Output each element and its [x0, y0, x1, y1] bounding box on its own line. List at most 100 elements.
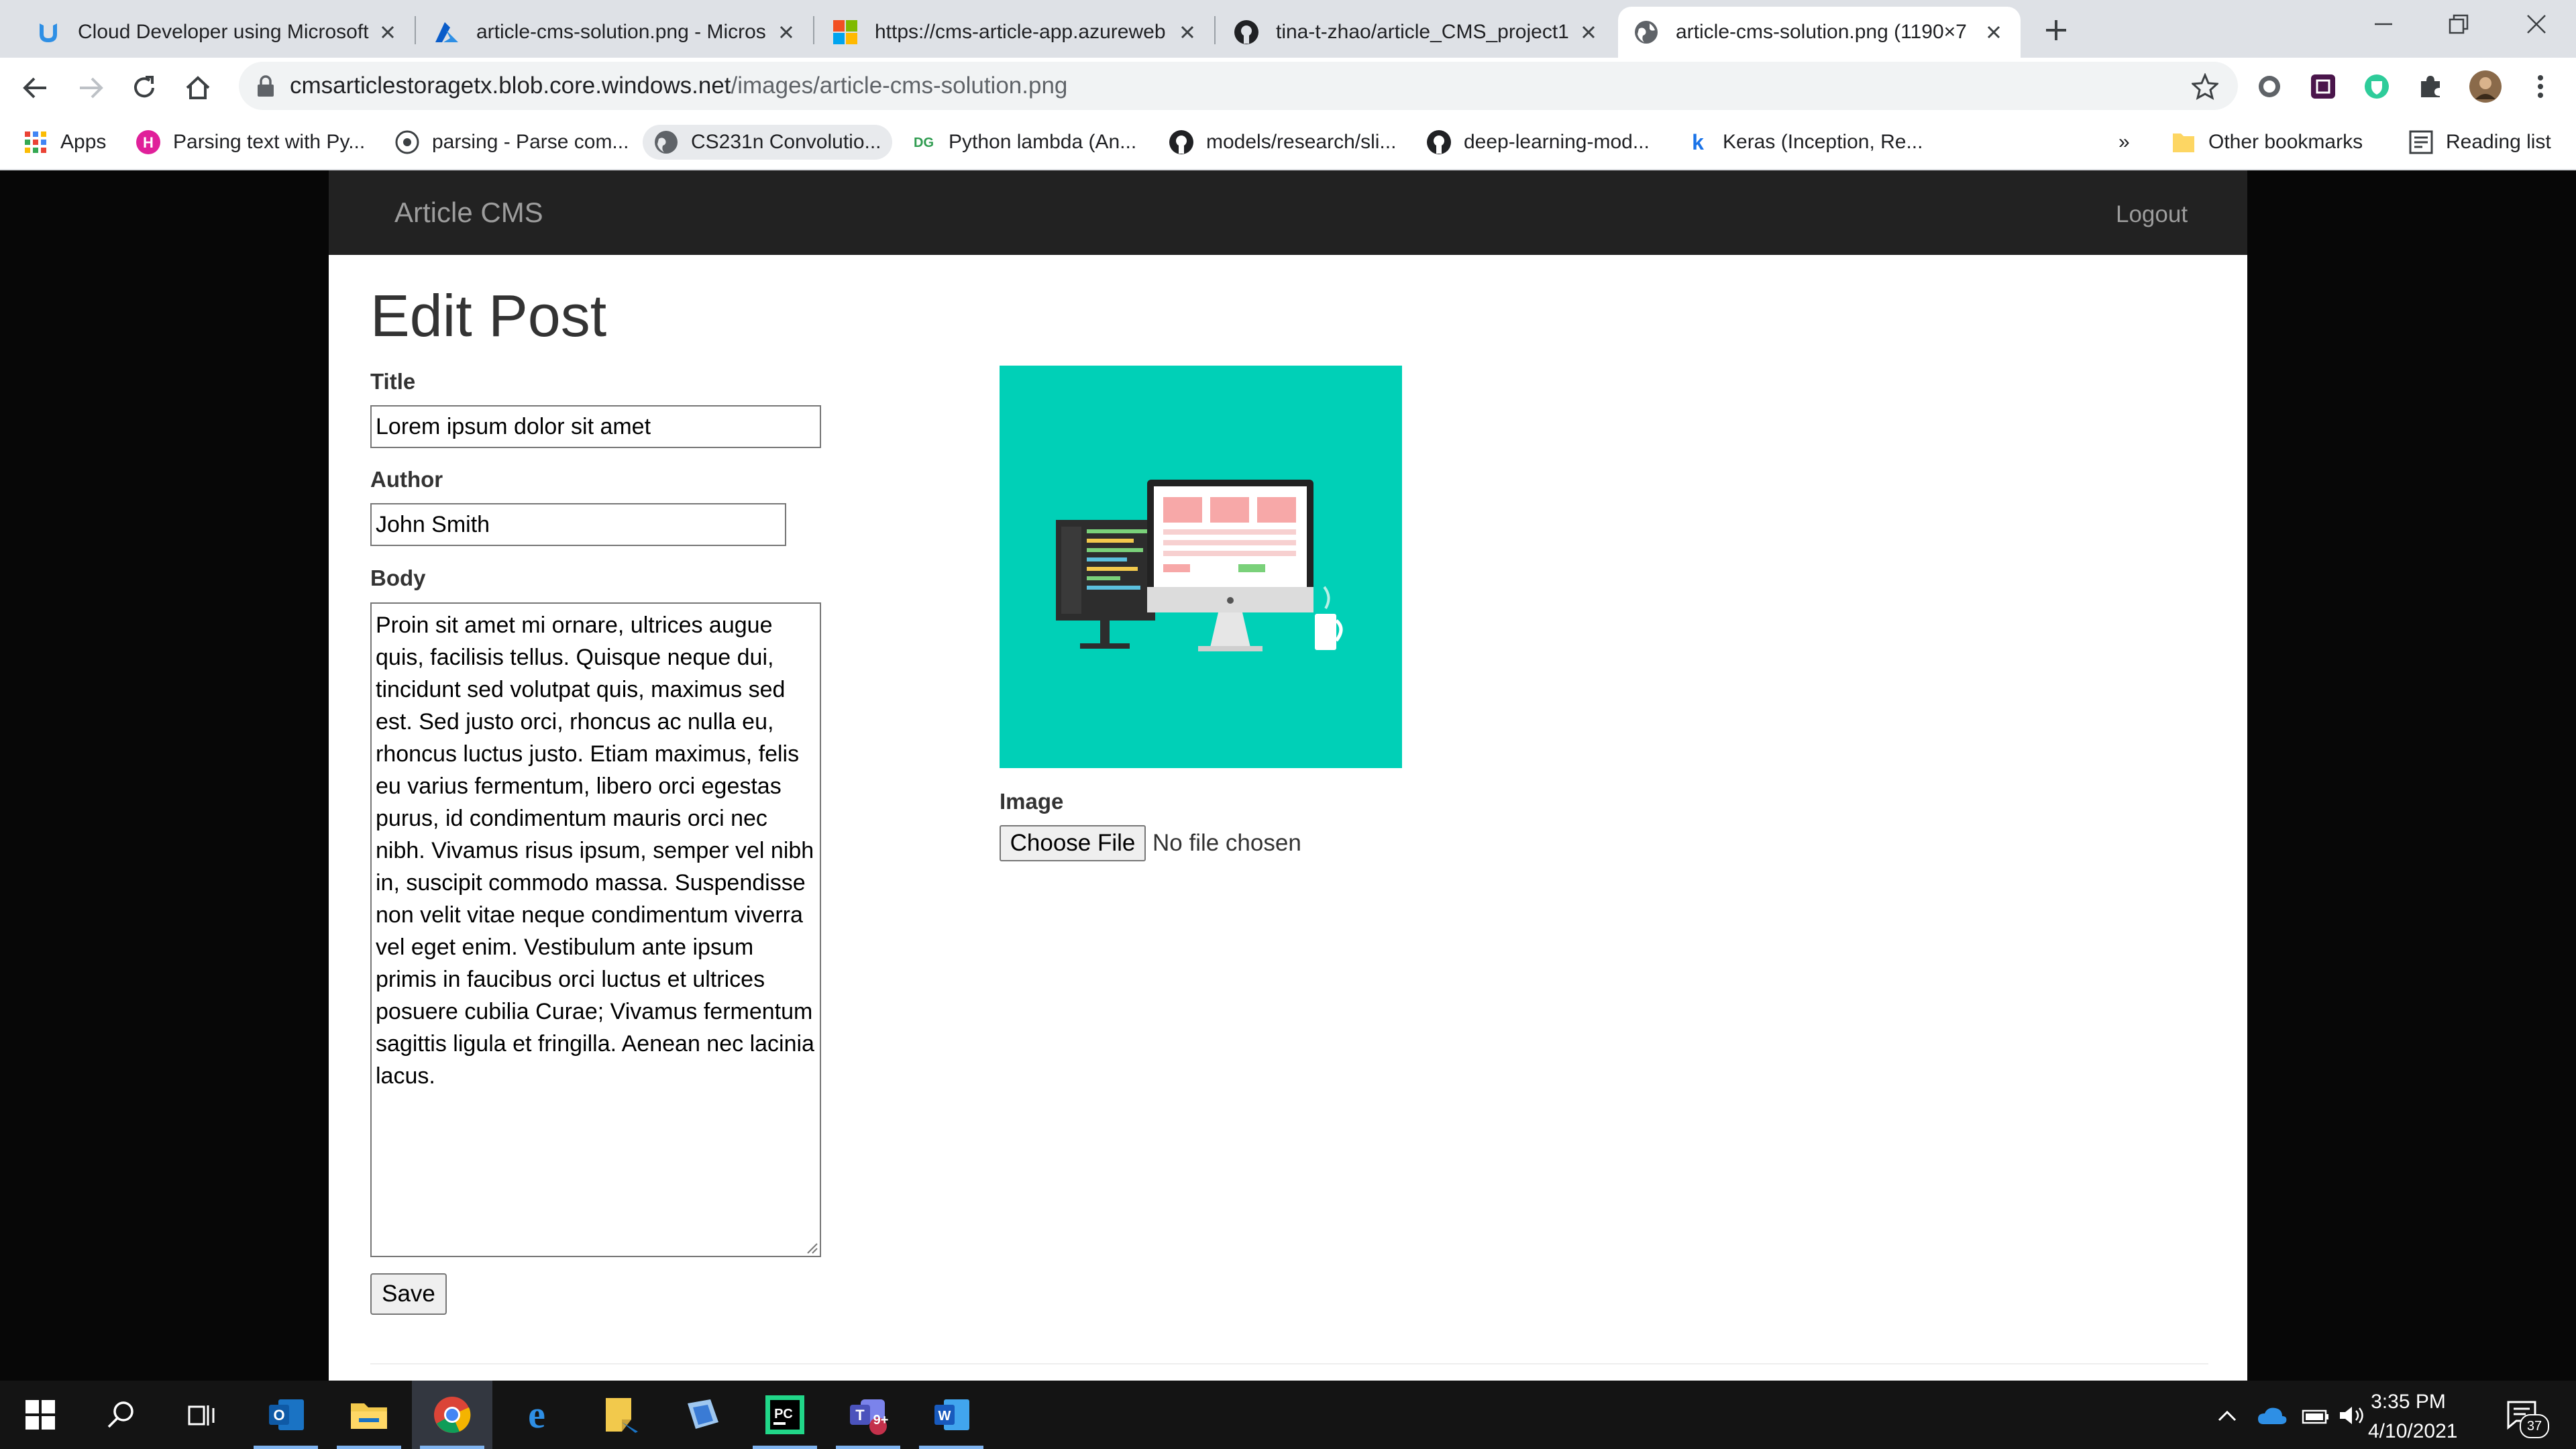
taskbar-file-explorer[interactable]	[329, 1381, 409, 1449]
show-hidden-icons-button[interactable]	[2214, 1395, 2241, 1436]
chevron-up-icon	[2218, 1410, 2237, 1421]
clock-date: 4/10/2021	[2368, 1420, 2458, 1442]
svg-text:DG: DG	[914, 136, 934, 150]
minimize-button[interactable]	[2347, 0, 2420, 48]
bookmark-star-icon[interactable]	[2188, 70, 2222, 103]
body-textarea[interactable]: Proin sit amet mi ornare, ultrices augue…	[370, 602, 821, 1257]
taskbar-edge[interactable]: e	[496, 1381, 577, 1449]
image-label: Image	[1000, 789, 1064, 814]
bookmark-apps[interactable]: Apps	[23, 125, 106, 160]
extension-circle-icon[interactable]	[2253, 70, 2286, 103]
extension-clipper-icon[interactable]	[2306, 70, 2340, 103]
reload-button[interactable]	[127, 71, 161, 105]
reading-list-label: Reading list	[2446, 131, 2551, 153]
profile-avatar[interactable]	[2469, 70, 2502, 103]
taskbar-pycharm[interactable]: PC	[745, 1381, 825, 1449]
pycharm-icon: PC	[765, 1395, 804, 1434]
running-indicator	[836, 1446, 900, 1449]
bookmark-models-research[interactable]: models/research/sli...	[1169, 125, 1396, 160]
bookmark-label: Apps	[60, 131, 107, 153]
action-center-button[interactable]: 37	[2500, 1395, 2549, 1438]
taskbar-paint[interactable]	[663, 1381, 743, 1449]
bookmark-python-lambda[interactable]: DG Python lambda (An...	[911, 125, 1136, 160]
title-input[interactable]: Lorem ipsum dolor sit amet	[370, 405, 821, 448]
close-icon[interactable]	[1982, 20, 2006, 44]
taskbar-word[interactable]: W	[911, 1381, 991, 1449]
file-explorer-icon	[351, 1403, 387, 1429]
tab-cms-app[interactable]: https://cms-article-app.azureweb	[817, 7, 1214, 58]
close-icon[interactable]	[1576, 20, 1601, 44]
close-icon	[2527, 15, 2546, 34]
taskbar-teams[interactable]: T 9+	[828, 1381, 908, 1449]
bookmark-label: deep-learning-mod...	[1464, 131, 1650, 153]
volume-icon[interactable]	[2336, 1395, 2368, 1436]
post-image-preview	[1000, 366, 1402, 768]
svg-text:T: T	[855, 1407, 865, 1424]
paint-icon	[688, 1399, 718, 1429]
page-title: Edit Post	[370, 282, 607, 349]
running-indicator	[420, 1446, 484, 1449]
computer-illustration	[1056, 480, 1343, 651]
url-text[interactable]: cmsarticlestoragetx.blob.core.windows.ne…	[290, 72, 1067, 99]
tab-github-project[interactable]: tina-t-zhao/article_CMS_project1	[1218, 7, 1615, 58]
microsoft-icon	[832, 19, 859, 46]
close-icon[interactable]	[376, 20, 400, 44]
extension-shield-icon[interactable]	[2360, 70, 2394, 103]
teams-badge: 9+	[873, 1413, 889, 1428]
tab-cloud-developer[interactable]: Cloud Developer using Microsoft	[20, 7, 415, 58]
svg-text:H: H	[143, 134, 154, 151]
body-label: Body	[370, 566, 426, 590]
bookmark-cs231n[interactable]: CS231n Convolutio...	[643, 125, 892, 160]
svg-text:PC: PC	[774, 1407, 793, 1421]
logout-link[interactable]: Logout	[2116, 201, 2188, 228]
bookmark-parsing-text[interactable]: H Parsing text with Py...	[136, 125, 365, 160]
task-view-button[interactable]	[161, 1381, 241, 1449]
bookmark-keras[interactable]: k Keras (Inception, Re...	[1685, 125, 1923, 160]
taskbar-outlook[interactable]: O	[246, 1381, 326, 1449]
apps-grid-icon	[23, 129, 48, 155]
reload-icon	[134, 76, 154, 98]
other-bookmarks-label: Other bookmarks	[2208, 131, 2363, 153]
onedrive-icon[interactable]	[2255, 1395, 2289, 1436]
other-bookmarks-folder[interactable]: Other bookmarks	[2171, 125, 2363, 160]
close-icon[interactable]	[774, 20, 798, 44]
bookmark-parsing[interactable]: parsing - Parse com...	[394, 125, 629, 160]
bookmark-label: models/research/sli...	[1206, 131, 1397, 153]
save-button[interactable]: Save	[370, 1273, 447, 1315]
bookmarks-overflow-button[interactable]: »	[2118, 125, 2130, 160]
bookmark-deep-learning[interactable]: deep-learning-mod...	[1426, 125, 1650, 160]
taskbar-search-button[interactable]	[80, 1381, 161, 1449]
running-indicator	[254, 1446, 318, 1449]
taskbar-chrome[interactable]	[412, 1381, 492, 1449]
menu-kebab-icon[interactable]	[2524, 70, 2557, 103]
resize-grip-icon[interactable]	[805, 1241, 818, 1254]
choose-file-button[interactable]: Choose File	[1000, 825, 1146, 861]
footer-divider	[370, 1363, 2208, 1364]
running-indicator	[337, 1446, 401, 1449]
taskbar-clock[interactable]: 3:35 PM 4/10/2021	[2368, 1387, 2458, 1446]
forward-button[interactable]	[74, 71, 107, 105]
running-indicator	[919, 1446, 983, 1449]
taskbar-sticky-notes[interactable]	[580, 1381, 660, 1449]
new-tab-button[interactable]	[2039, 13, 2073, 47]
tab-azure[interactable]: article-cms-solution.png - Micros	[419, 7, 813, 58]
lock-icon[interactable]	[256, 75, 275, 98]
reading-list-icon	[2408, 129, 2434, 155]
brand-link[interactable]: Article CMS	[394, 197, 543, 229]
dg-icon: DG	[911, 129, 936, 155]
globe-icon	[653, 129, 679, 155]
tab-article-image-active[interactable]: article-cms-solution.png (1190×7	[1618, 7, 2021, 58]
close-window-button[interactable]	[2500, 0, 2573, 48]
start-button[interactable]	[0, 1381, 80, 1449]
tab-label: article-cms-solution.png - Micros	[476, 21, 766, 43]
close-icon[interactable]	[1175, 20, 1199, 44]
start-icon	[25, 1400, 55, 1430]
battery-icon[interactable]	[2298, 1395, 2332, 1436]
restore-button[interactable]	[2422, 0, 2496, 48]
author-input[interactable]: John Smith	[370, 503, 786, 546]
tab-label: https://cms-article-app.azureweb	[875, 21, 1166, 43]
back-button[interactable]	[19, 71, 52, 105]
home-button[interactable]	[181, 71, 215, 105]
reading-list-button[interactable]: Reading list	[2408, 125, 2551, 160]
extensions-puzzle-icon[interactable]	[2414, 70, 2447, 103]
